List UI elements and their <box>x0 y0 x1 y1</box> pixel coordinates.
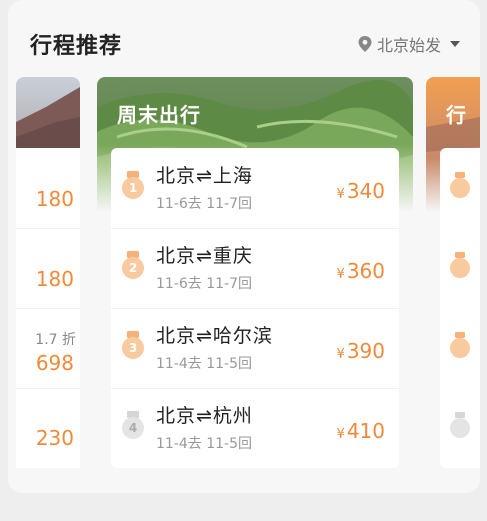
route-name: 北京⇌重庆 <box>156 245 253 267</box>
route-price: ¥340 <box>336 179 385 203</box>
rank-medal-icon <box>450 252 470 280</box>
list-item[interactable]: 180 <box>16 148 80 229</box>
card-theme-title: 周末出行 <box>117 103 201 127</box>
departure-city-selector[interactable]: 北京始发 <box>358 32 460 56</box>
trip-recommend-widget: 行程推荐 北京始发 180 180 1.7 折 698 230 周末出行 1 北… <box>8 0 480 493</box>
route-price: ¥390 <box>336 339 385 363</box>
rank-medal-icon: 3 <box>121 331 145 361</box>
route-item-chongqing[interactable]: 2 北京⇌重庆 11-6去 11-7回 ¥360 <box>111 228 399 309</box>
right-card-list <box>440 148 480 468</box>
chevron-down-icon <box>450 41 460 47</box>
list-item[interactable]: 1.7 折 698 <box>16 308 80 389</box>
list-item[interactable]: 230 <box>16 388 80 468</box>
rank-medal-icon: 2 <box>121 251 145 281</box>
route-price: 230 <box>35 426 74 450</box>
departure-city-label: 北京始发 <box>376 36 441 55</box>
route-name: 北京⇌杭州 <box>156 405 253 427</box>
rank-number: 1 <box>128 181 138 195</box>
route-price: ¥410 <box>336 419 385 443</box>
route-price: 180 <box>35 187 74 211</box>
rank-number: 2 <box>128 261 138 275</box>
route-item-harbin[interactable]: 3 北京⇌哈尔滨 11-4去 11-5回 ¥390 <box>111 308 399 389</box>
rank-number: 4 <box>128 421 138 435</box>
route-item-shanghai[interactable]: 1 北京⇌上海 11-6去 11-7回 ¥340 <box>111 148 399 229</box>
rank-medal-icon <box>450 172 470 200</box>
route-dates: 11-6去 11-7回 <box>156 196 252 212</box>
left-card-list: 180 180 1.7 折 698 230 <box>16 148 80 468</box>
rank-medal-icon: 4 <box>121 411 145 441</box>
route-price: ¥360 <box>336 259 385 283</box>
trip-card-left[interactable]: 180 180 1.7 折 698 230 <box>16 77 80 477</box>
card-theme-title: 行 <box>446 103 467 127</box>
discount-label: 1.7 折 <box>35 332 76 348</box>
location-pin-icon <box>358 36 372 52</box>
trip-card-weekend[interactable]: 周末出行 1 北京⇌上海 11-6去 11-7回 ¥340 2 北京⇌重庆 11… <box>97 77 413 477</box>
route-name: 北京⇌哈尔滨 <box>156 325 273 347</box>
list-item[interactable]: 180 <box>16 228 80 309</box>
section-title: 行程推荐 <box>30 34 123 59</box>
route-dates: 11-6去 11-7回 <box>156 276 252 292</box>
route-price: 180 <box>35 267 74 291</box>
route-dates: 11-4去 11-5回 <box>156 436 252 452</box>
rank-medal-icon: 1 <box>121 171 145 201</box>
trip-card-right[interactable]: 行 <box>426 77 480 477</box>
route-price: 698 <box>35 351 74 375</box>
rank-number: 3 <box>128 341 138 355</box>
route-item-hangzhou[interactable]: 4 北京⇌杭州 11-4去 11-5回 ¥410 <box>111 388 399 468</box>
route-name: 北京⇌上海 <box>156 165 253 187</box>
route-dates: 11-4去 11-5回 <box>156 356 252 372</box>
rank-medal-icon <box>450 332 470 360</box>
rank-medal-icon <box>450 412 470 440</box>
route-list: 1 北京⇌上海 11-6去 11-7回 ¥340 2 北京⇌重庆 11-6去 1… <box>111 148 399 468</box>
